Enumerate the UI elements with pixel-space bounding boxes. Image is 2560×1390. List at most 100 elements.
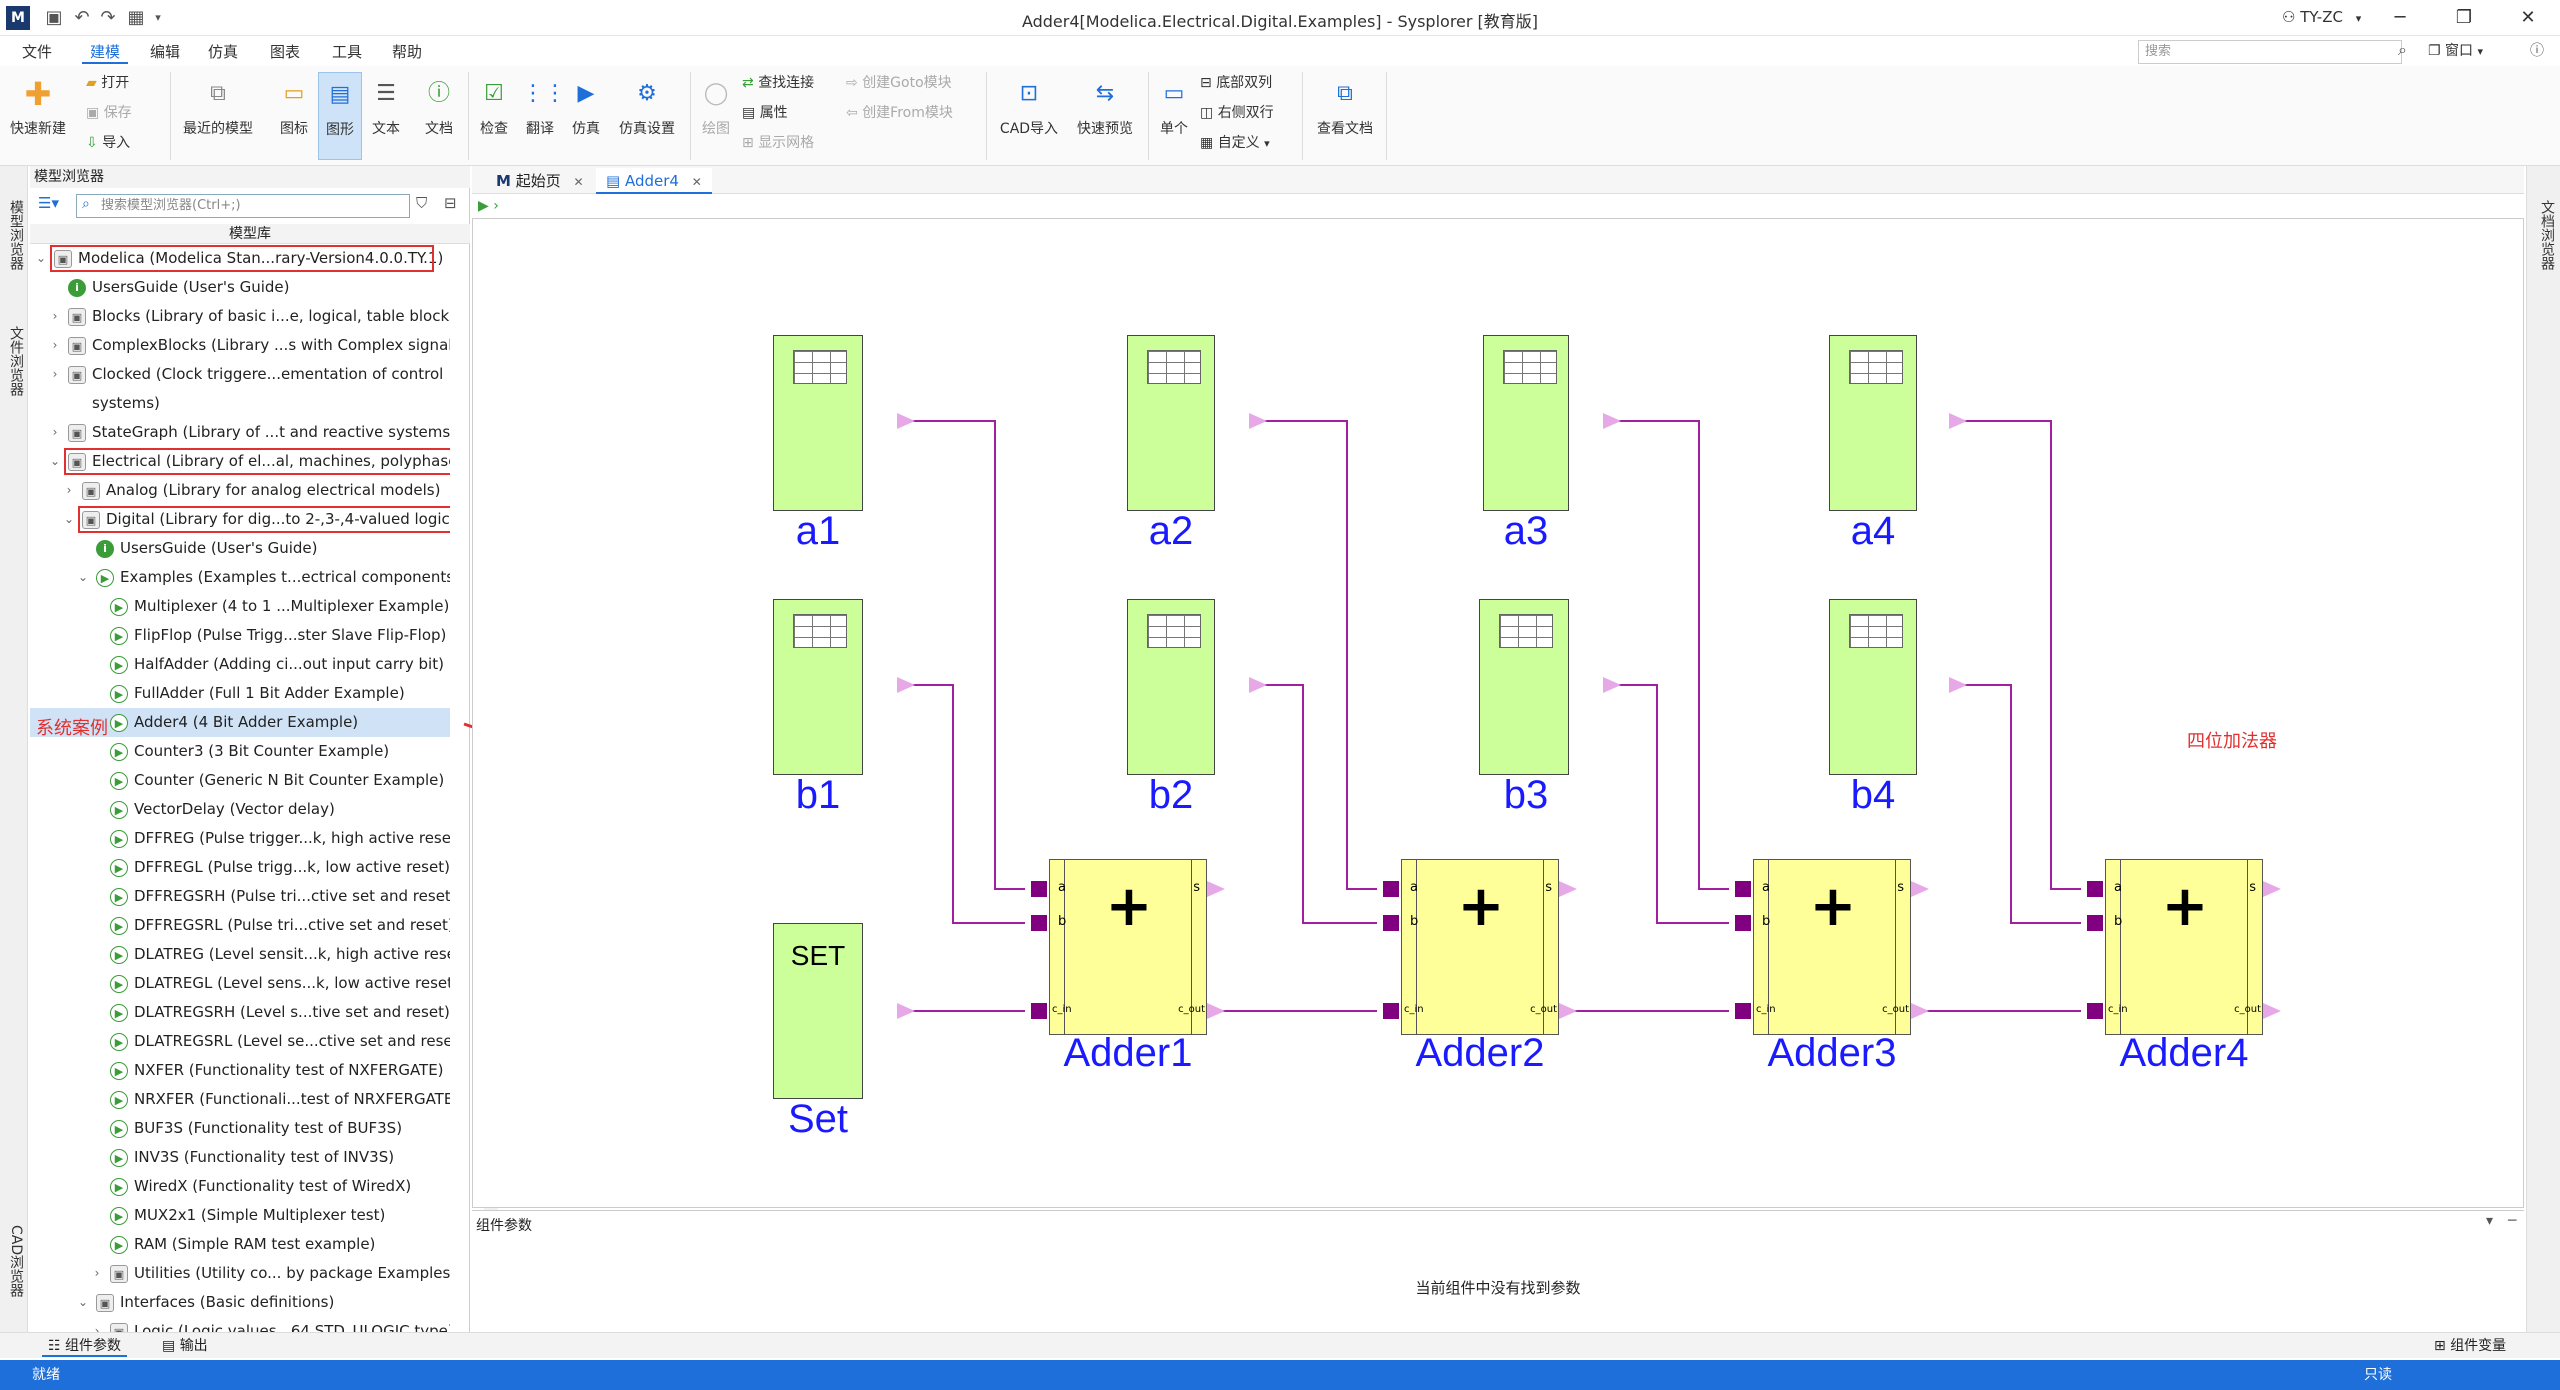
global-search-input[interactable]: 搜索 (2138, 40, 2402, 64)
expand-arrow-icon[interactable]: ⌄ (62, 505, 76, 534)
collapse-arrow-icon[interactable]: › (90, 1259, 104, 1288)
expand-arrow-icon[interactable]: ⌄ (76, 563, 90, 592)
model-browser-search-input[interactable]: 搜索模型浏览器(Ctrl+;) (76, 194, 410, 218)
help-icon[interactable]: ⓘ (2530, 40, 2544, 60)
input-port-b[interactable] (1031, 915, 1047, 931)
run-icon[interactable]: ▶ › (478, 198, 499, 214)
tree-item[interactable]: ▶ BUF3S (Functionality test of BUF3S) (30, 1114, 450, 1143)
view-doc-button[interactable]: ⧉ 查看文档 (1308, 72, 1382, 160)
collapse-arrow-icon[interactable]: › (62, 476, 76, 505)
menu-model[interactable]: 建模 (82, 40, 129, 64)
tree-item[interactable]: ▶ DFFREGL (Pulse trigg...k, low active re… (30, 853, 450, 882)
input-port-cin[interactable] (1383, 1003, 1399, 1019)
user-menu[interactable]: ⚇ TY-ZC ▾ (2282, 8, 2361, 26)
tree-item[interactable]: › ▣ StateGraph (Library of ...t and reacti… (30, 418, 450, 447)
output-port-a3[interactable] (1603, 413, 1621, 429)
tab-model-browser[interactable]: 模型浏览器 (2, 180, 26, 290)
output-port-s[interactable] (1559, 881, 1577, 897)
output-port-cout[interactable] (2263, 1003, 2281, 1019)
input-port-b[interactable] (1383, 915, 1399, 931)
diagram-canvas[interactable]: a1 a2 a3 a4 b1 b2 b3 b4 SET Set + a b s c_in… (472, 218, 2524, 1208)
panel-menu-icon[interactable]: ▾ (2486, 1213, 2493, 1229)
tree-item[interactable]: › ▣ Analog (Library for analog electrical … (30, 476, 450, 505)
tree-item[interactable]: ▶ HalfAdder (Adding ci...out input carry … (30, 650, 450, 679)
adder-block-1[interactable]: + a b s c_in c_out (1049, 859, 1207, 1035)
close-button[interactable]: ✕ (2508, 4, 2548, 32)
custom-layout-button[interactable]: ▦ 自定义 ▾ (1200, 132, 1270, 154)
input-block-a4[interactable] (1829, 335, 1917, 511)
collapse-arrow-icon[interactable]: › (90, 1317, 104, 1332)
tree-item[interactable]: ▶ DFFREG (Pulse trigger...k, high active … (30, 824, 450, 853)
tree-item[interactable]: ▶ MUX2x1 (Simple Multiplexer test) (30, 1201, 450, 1230)
tree-item[interactable]: i UsersGuide (User's Guide) (30, 273, 450, 302)
find-connection-button[interactable]: ⇄ 查找连接 (742, 72, 814, 94)
filter-icon[interactable]: ⛉ (416, 194, 427, 212)
bottom-dual-button[interactable]: ⊟ 底部双列 (1200, 72, 1272, 94)
tree-item[interactable]: ▶ FullAdder (Full 1 Bit Adder Example) (30, 679, 450, 708)
input-block-b1[interactable] (773, 599, 863, 775)
adder-block-2[interactable]: + a b s c_in c_out (1401, 859, 1559, 1035)
tree-item[interactable]: ▶ DFFREGSRH (Pulse tri...ctive set and re… (30, 882, 450, 911)
icon-view-button[interactable]: ▭ 图标 (264, 72, 324, 160)
search-icon[interactable]: ⌕ (2398, 40, 2407, 60)
window-menu[interactable]: ❐ 窗口 ▾ (2428, 40, 2483, 60)
input-port-cin[interactable] (1031, 1003, 1047, 1019)
menu-edit[interactable]: 编辑 (142, 40, 188, 64)
import-button[interactable]: ⇩ 导入 (86, 132, 130, 154)
tree-item[interactable]: ▶ INV3S (Functionality test of INV3S) (30, 1143, 450, 1172)
tab-component-params[interactable]: ☷ 组件参数 (42, 1335, 128, 1357)
set-block[interactable]: SET (773, 923, 863, 1099)
input-port-a[interactable] (1031, 881, 1047, 897)
tree-item[interactable]: ▶ DLATREGSRH (Level s...tive set and rese… (30, 998, 450, 1027)
output-port-b3[interactable] (1603, 677, 1621, 693)
doc-view-button[interactable]: ⓘ 文档 (414, 72, 464, 160)
restore-button[interactable]: ❐ (2444, 4, 2484, 32)
create-from-button[interactable]: ⇦ 创建From模块 (846, 102, 953, 124)
output-port-cout[interactable] (1559, 1003, 1577, 1019)
tree-item[interactable]: ▶ NXFER (Functionality test of NXFERGATE) (30, 1056, 450, 1085)
diagram-view-button[interactable]: ▤ 图形 (318, 72, 362, 160)
save-button[interactable]: ▣ 保存 (86, 102, 132, 124)
expand-arrow-icon[interactable]: ⌄ (76, 1288, 90, 1317)
input-port-b[interactable] (1735, 915, 1751, 931)
tree-item[interactable]: ▶ DFFREGSRL (Pulse tri...ctive set and re… (30, 911, 450, 940)
tree-item[interactable]: ▶ WiredX (Functionality test of WiredX) (30, 1172, 450, 1201)
menu-help[interactable]: 帮助 (384, 40, 430, 64)
panel-minimize-icon[interactable]: ─ (2508, 1213, 2516, 1229)
simulation-setup-button[interactable]: ⚙ 仿真设置 (612, 72, 682, 160)
draw-button[interactable]: ◯ 绘图 (694, 72, 738, 160)
translate-button[interactable]: ⋮⋮ 翻译 (520, 72, 566, 160)
output-port-a4[interactable] (1949, 413, 1967, 429)
output-port-b2[interactable] (1249, 677, 1267, 693)
minimize-button[interactable]: ─ (2380, 4, 2420, 32)
input-block-a3[interactable] (1483, 335, 1569, 511)
check-button[interactable]: ☑ 检查 (474, 72, 514, 160)
input-block-b2[interactable] (1127, 599, 1215, 775)
show-grid-button[interactable]: ⊞ 显示网格 (742, 132, 814, 154)
browser-view-icon[interactable]: ☰▾ (38, 194, 59, 212)
tree-item[interactable]: ▶ NRXFER (Functionali...test of NRXFERGAT… (30, 1085, 450, 1114)
right-dual-button[interactable]: ◫ 右侧双行 (1200, 102, 1274, 124)
tree-item[interactable]: ▶ Counter (Generic N Bit Counter Example) (30, 766, 450, 795)
collapse-arrow-icon[interactable]: › (48, 331, 62, 360)
input-port-a[interactable] (1383, 881, 1399, 897)
input-port-b[interactable] (2087, 915, 2103, 931)
input-port-a[interactable] (2087, 881, 2103, 897)
tab-file-browser[interactable]: 文件浏览器 (2, 306, 26, 416)
output-port-b1[interactable] (897, 677, 915, 693)
output-port-a2[interactable] (1249, 413, 1267, 429)
tree-item[interactable]: › ▣ Blocks (Library of basic i...e, logica… (30, 302, 450, 331)
tree-item[interactable]: ⌄ ▣ Interfaces (Basic definitions) (30, 1288, 450, 1317)
output-port-b4[interactable] (1949, 677, 1967, 693)
tab-output[interactable]: ▤ 输出 (156, 1335, 214, 1357)
output-port-s[interactable] (2263, 881, 2281, 897)
collapse-all-icon[interactable]: ⊟ (444, 194, 457, 212)
tree-item[interactable]: › ▣ Logic (Logic values...64 STD_ULOGIC ty… (30, 1317, 450, 1332)
property-button[interactable]: ▤ 属性 (742, 102, 788, 124)
text-view-button[interactable]: ☰ 文本 (366, 72, 406, 160)
recent-models-button[interactable]: ⧉ 最近的模型 (178, 72, 258, 160)
tree-item[interactable]: ▶ VectorDelay (Vector delay) (30, 795, 450, 824)
adder-block-4[interactable]: + a b s c_in c_out (2105, 859, 2263, 1035)
collapse-arrow-icon[interactable]: › (48, 302, 62, 331)
tree-item[interactable]: ⌄ ▶ Examples (Examples t...ectrical compon… (30, 563, 450, 592)
